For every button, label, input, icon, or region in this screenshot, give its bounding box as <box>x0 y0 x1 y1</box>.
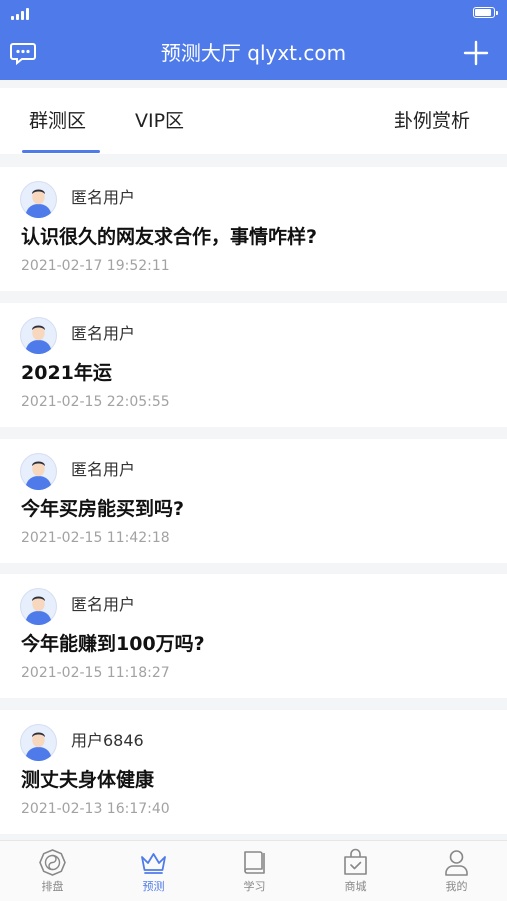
post-username: 匿名用户 <box>71 324 136 343</box>
book-icon <box>244 851 265 874</box>
add-icon[interactable] <box>463 40 489 66</box>
post-date: 2021-02-13 16:17:40 <box>21 801 170 817</box>
nav-item-mine[interactable]: 我的 <box>406 841 507 901</box>
avatar <box>20 724 57 762</box>
signal-icon <box>11 8 31 20</box>
nav-item-paipan[interactable]: 排盘 <box>2 841 103 901</box>
post-date: 2021-02-17 19:52:11 <box>21 258 170 274</box>
nav-label: 我的 <box>445 880 468 893</box>
shopping-bag-icon <box>344 848 367 875</box>
post-title[interactable]: 今年买房能买到吗? <box>21 496 184 522</box>
avatar <box>20 317 57 355</box>
nav-label: 预测 <box>142 880 165 893</box>
post-date: 2021-02-15 11:18:27 <box>21 665 170 681</box>
tab-group-test[interactable]: 群测区 <box>29 108 86 134</box>
nav-label: 排盘 <box>41 880 64 893</box>
post-item[interactable]: 用户6846 测丈夫身体健康 2021-02-13 16:17:40 <box>0 710 507 834</box>
post-username: 匿名用户 <box>71 595 136 614</box>
post-username: 匿名用户 <box>71 460 136 479</box>
page-title: 预测大厅 qlyxt.com <box>160 41 347 65</box>
active-tab-indicator <box>22 150 100 153</box>
post-item[interactable]: 匿名用户 认识很久的网友求合作，事情咋样? 2021-02-17 19:52:1… <box>0 167 507 291</box>
post-date: 2021-02-15 11:42:18 <box>21 530 170 546</box>
app-header: 预测大厅 qlyxt.com <box>0 0 507 80</box>
crown-icon <box>141 853 166 874</box>
person-icon <box>445 850 468 876</box>
post-date: 2021-02-15 22:05:55 <box>21 394 170 410</box>
tab-case-analysis[interactable]: 卦例赏析 <box>394 108 470 134</box>
battery-icon <box>473 7 498 18</box>
tab-vip[interactable]: VIP区 <box>135 108 184 134</box>
post-item[interactable]: 匿名用户 今年买房能买到吗? 2021-02-15 11:42:18 <box>0 439 507 563</box>
post-title[interactable]: 今年能赚到100万吗? <box>21 631 205 657</box>
nav-item-mall[interactable]: 商城 <box>305 841 406 901</box>
post-username: 匿名用户 <box>71 188 136 207</box>
avatar <box>20 588 57 626</box>
bagua-icon <box>39 849 66 876</box>
nav-label: 学习 <box>243 880 266 893</box>
post-title[interactable]: 2021年运 <box>21 360 112 386</box>
tab-bar: 群测区 VIP区 卦例赏析 <box>0 88 507 154</box>
nav-item-learn[interactable]: 学习 <box>204 841 305 901</box>
avatar <box>20 453 57 491</box>
post-item[interactable]: 匿名用户 2021年运 2021-02-15 22:05:55 <box>0 303 507 427</box>
nav-label: 商城 <box>344 880 367 893</box>
post-item[interactable]: 匿名用户 今年能赚到100万吗? 2021-02-15 11:18:27 <box>0 574 507 698</box>
nav-item-predict[interactable]: 预测 <box>103 841 204 901</box>
post-title[interactable]: 认识很久的网友求合作，事情咋样? <box>21 224 317 250</box>
status-bar <box>0 0 507 28</box>
post-username: 用户6846 <box>71 731 144 750</box>
bottom-nav: 排盘 预测 学习 商城 我的 <box>0 840 507 901</box>
avatar <box>20 181 57 219</box>
post-title[interactable]: 测丈夫身体健康 <box>21 767 154 793</box>
